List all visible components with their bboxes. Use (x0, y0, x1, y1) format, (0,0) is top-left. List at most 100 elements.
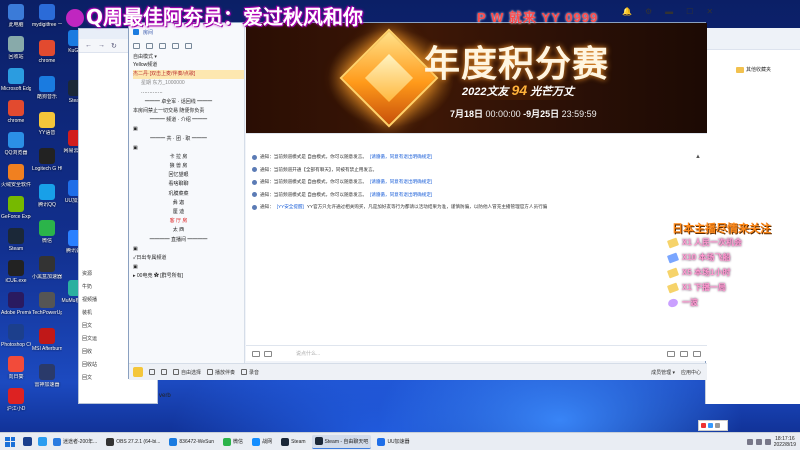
taskbar-button[interactable]: 战网 (249, 435, 275, 449)
channel-tree-item[interactable]: ━━━━ 直播间 ━━━━ (133, 236, 244, 245)
channel-tree-item[interactable]: ✓日出专属频道 (133, 254, 244, 263)
desktop-icon[interactable]: Steam (1, 228, 31, 252)
back-icon[interactable]: ← (85, 42, 92, 49)
taskbar-button[interactable]: 迷途者-200年... (50, 435, 100, 449)
desktop-icon[interactable]: Photoshop CC 2019 (1, 324, 31, 348)
channel-tree-item[interactable]: ▸ 00电竞 ✿ [群号所有] (133, 272, 244, 281)
desktop-icon[interactable]: 腾讯QQ (32, 184, 62, 208)
sidebar-item[interactable]: 回收站 (79, 360, 127, 373)
chat-message-highlight[interactable]: [请遵循，同意有退出明确规定] (370, 154, 432, 160)
chat-icon[interactable] (146, 43, 153, 49)
channel-tree-item[interactable]: ▣ (133, 144, 244, 153)
taskbar-button[interactable]: UU加速器 (374, 435, 412, 449)
accompaniment-button[interactable]: 播放伴奏 (207, 369, 235, 376)
sidebar-item[interactable]: 牛奶 (79, 282, 127, 295)
sidebar-item[interactable]: 装机 (79, 308, 127, 321)
taskbar-button[interactable]: OBS 27.2.1 (64-bi... (103, 435, 163, 449)
clock[interactable]: 18:17:16 2022/8/19 (774, 436, 796, 448)
channel-tree-item[interactable]: ············· (133, 89, 244, 98)
desktop-icon[interactable]: 雷神加速器 (32, 364, 62, 388)
emoji-icon[interactable] (252, 350, 260, 357)
volume-icon[interactable] (764, 438, 771, 445)
channel-tree-item[interactable]: 星期 东方_1000000 (133, 79, 244, 88)
desktop-icon[interactable]: 火绒安全软件 (1, 164, 31, 188)
sidebar-item[interactable]: 资源 (79, 269, 127, 282)
maximize-icon[interactable]: ☐ (686, 7, 693, 16)
desktop-icon[interactable]: 沪江小D (1, 388, 31, 412)
channel-tree-item[interactable]: 太 西 (133, 226, 244, 235)
desktop-icon[interactable]: mydigitfree 一键重装 (32, 4, 62, 28)
chat-message-highlight[interactable]: [请遵循，同意有退出明确规定] (370, 192, 432, 198)
bell-icon[interactable]: 🔔 (622, 7, 632, 16)
sidebar-item[interactable]: 视频播 (79, 295, 127, 308)
ime-toolbar[interactable] (698, 420, 728, 431)
desktop-icon[interactable]: chrome (32, 40, 62, 64)
channel-tree-item[interactable]: ━━━ 共 · 团 · 职 ━━━ (133, 135, 244, 144)
desktop-icon[interactable]: QQ浏览器 (1, 132, 31, 156)
channel-tree-item[interactable]: 厘 迪 (133, 208, 244, 217)
chat-input[interactable]: 说点什么... (296, 350, 320, 357)
image-icon[interactable] (264, 350, 272, 357)
app-center-button[interactable]: 应用中心 (681, 369, 701, 376)
channel-tree-item[interactable]: Yellow频道 (133, 61, 244, 70)
network-icon[interactable] (755, 438, 762, 445)
channel-tree-item[interactable]: 巩膜菜菜 (133, 190, 244, 199)
channel-tree-item[interactable]: ━━━ 频道 · 介绍 ━━━ (133, 116, 244, 125)
taskbar-button[interactable]: 微信 (220, 435, 246, 449)
mode-select[interactable]: 自由模式 ▾ (129, 51, 244, 61)
record-button[interactable]: 录音 (241, 369, 259, 376)
chat-log[interactable]: ▲ 通知：当前频道模式是 自由模式，你可以随意发言。 [请遵循，同意有退出明确规定… (246, 133, 707, 345)
taskbar-button[interactable]: Steam (278, 435, 308, 449)
member-icon[interactable] (133, 43, 140, 49)
settings-icon[interactable] (172, 43, 179, 49)
channel-tree-item[interactable]: ━━━ 卓全军 · 话回线 ━━━ (133, 98, 244, 107)
chat-message-highlight[interactable]: [YY安全提醒] (277, 204, 304, 210)
mic-icon[interactable] (159, 43, 166, 49)
desktop-icon[interactable]: 向日葵 (1, 356, 31, 380)
forward-icon[interactable]: → (98, 42, 105, 49)
member-manage-button[interactable]: 成员管理 ▾ (651, 369, 675, 376)
channel-tree-item[interactable]: 狼 兽 房 (133, 162, 244, 171)
channel-tree-item[interactable]: 看啥聊聊 (133, 180, 244, 189)
channel-tree-item[interactable]: ▣ (133, 263, 244, 272)
taskbar-button[interactable]: Steam - 自由聊天吧 (311, 434, 372, 449)
more-icon[interactable] (693, 350, 701, 357)
desktop-icon[interactable]: YY语音 (32, 112, 62, 136)
channel-tree-item[interactable]: 杰二丹·[双击上麦/伴奏/点歌] (133, 70, 244, 80)
sidebar-item[interactable]: 回文 (79, 373, 127, 386)
channel-tree-item[interactable]: 回忆望眼 (133, 171, 244, 180)
desktop-icon[interactable]: 此电脑 (1, 4, 31, 28)
minimize-icon[interactable]: ▬ (665, 7, 673, 16)
tray-chevron-icon[interactable] (746, 438, 753, 445)
sidebar-item[interactable]: 回收 (79, 347, 127, 360)
free-mode-button[interactable]: 自由选择 (173, 369, 201, 376)
desktop-icon[interactable]: 回收站 (1, 36, 31, 60)
gear-icon[interactable]: ⚙ (645, 7, 652, 16)
event-banner[interactable]: 年度积分赛 2022文友 94 光芒万丈 7月18日 00:00:00 -9月2… (246, 23, 707, 133)
speaker-button[interactable] (149, 369, 155, 375)
desktop-icon[interactable]: 酷狗音乐 (32, 76, 62, 100)
channel-tree-item[interactable]: 彝 迦 (133, 199, 244, 208)
desktop-icon[interactable]: MSI Afterburner (32, 328, 62, 352)
desktop-icon[interactable]: Adobe Premiere (1, 292, 31, 316)
bookmark-folder[interactable]: 其他收藏夹 (736, 66, 771, 73)
start-menu-icon[interactable] (5, 436, 15, 447)
search-taskbar-icon[interactable] (23, 437, 32, 446)
desktop-icon[interactable]: Logitech G HUB (32, 148, 62, 172)
close-icon[interactable]: ✕ (706, 7, 713, 16)
chat-message-highlight[interactable]: [请遵循，同意有退出明确规定] (370, 179, 432, 185)
desktop-icon[interactable]: 小黑盒加速器 (32, 256, 62, 280)
edge-taskbar-icon[interactable] (38, 437, 47, 446)
desktop-icon[interactable]: TechPowerUp GPU-Z (32, 292, 62, 316)
refresh-icon[interactable]: ↻ (111, 42, 117, 50)
yy-logo-icon[interactable] (133, 367, 143, 377)
channel-tree-item[interactable]: 卡 拉 房 (133, 153, 244, 162)
mic-record-icon[interactable] (680, 350, 688, 357)
speech-bubble-icon[interactable] (667, 350, 675, 357)
desktop-icon[interactable]: GeForce Experience (1, 196, 31, 220)
search-icon[interactable] (185, 43, 192, 49)
desktop-icon[interactable]: iCUE.exe (1, 260, 31, 284)
desktop-icon[interactable]: 微信 (32, 220, 62, 244)
scroll-up-icon[interactable]: ▲ (695, 154, 701, 160)
channel-tree-item[interactable]: ▣ (133, 125, 244, 134)
